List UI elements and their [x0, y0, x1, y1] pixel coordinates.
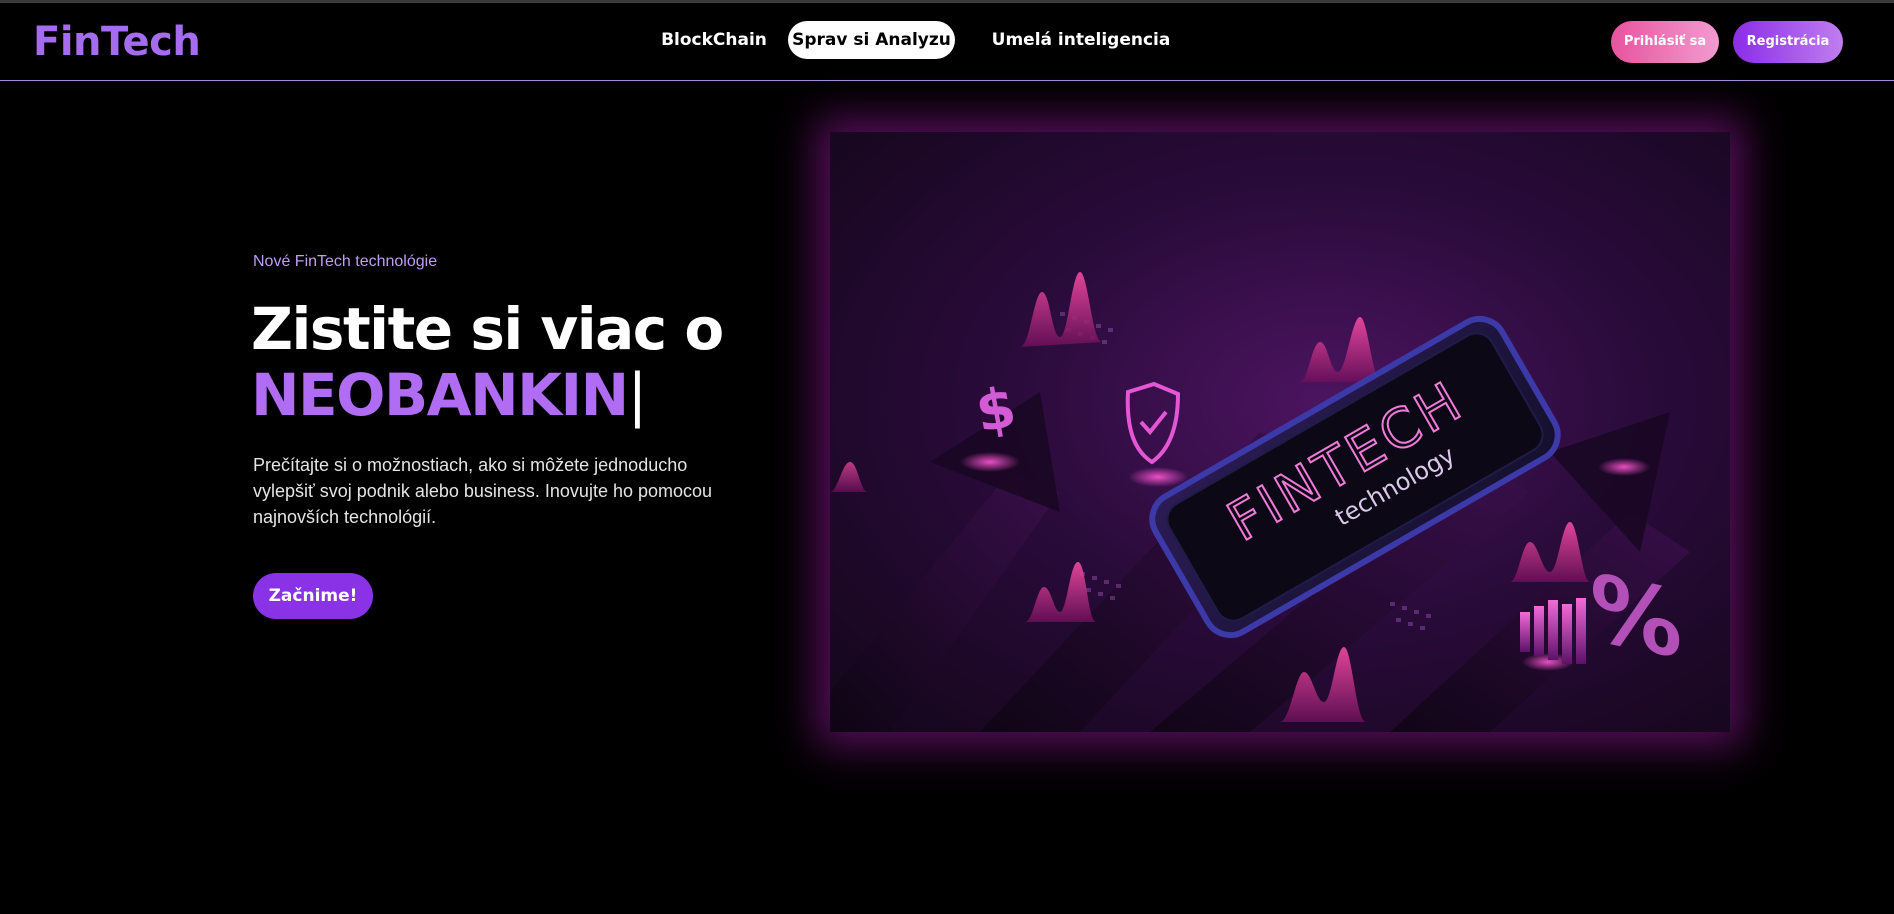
nav-item-analyza[interactable]: Sprav si Analyzu	[788, 21, 955, 59]
typing-caret: |	[627, 361, 648, 429]
nav-item-blockchain[interactable]: BlockChain	[660, 21, 768, 59]
register-button[interactable]: Registrácia	[1733, 21, 1843, 63]
headline-highlight: NEOBANKIN	[251, 361, 629, 429]
illustration-art: $ % FINTECH technology	[830, 272, 1690, 732]
hero-eyebrow: Nové FinTech technológie	[253, 253, 438, 270]
svg-text:%: %	[1590, 553, 1682, 679]
headline-highlight-line: NEOBANKIN|	[251, 362, 771, 428]
login-button[interactable]: Prihlásiť sa	[1611, 21, 1719, 63]
cta-button[interactable]: Začnime!	[253, 573, 373, 619]
hero-headline: Zistite si viac o NEOBANKIN|	[251, 296, 771, 428]
main-nav: BlockChain Sprav si Analyzu Umelá inteli…	[0, 21, 1894, 61]
fintech-illustration: $ % FINTECH technology	[830, 132, 1730, 732]
hero-description: Prečítajte si o možnostiach, ako si môže…	[253, 455, 713, 527]
percent-icon: %	[1590, 553, 1682, 679]
headline-line1: Zistite si viac o	[251, 295, 724, 363]
nav-item-ai[interactable]: Umelá inteligencia	[978, 21, 1184, 59]
site-header: FinTech BlockChain Sprav si Analyzu Umel…	[0, 3, 1894, 81]
shield-check-icon	[1125, 381, 1181, 465]
